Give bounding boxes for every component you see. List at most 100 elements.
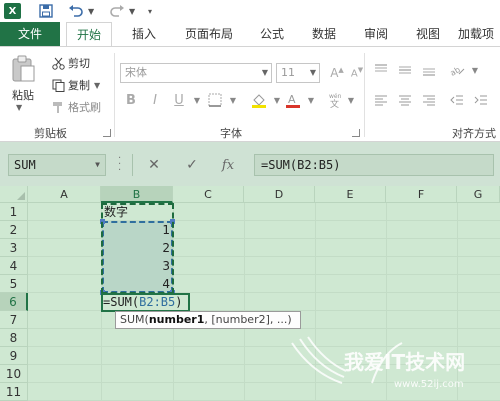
tooltip-function-name: SUM( <box>120 313 149 326</box>
paste-button[interactable]: 粘贴 <box>12 87 34 103</box>
column-header-f[interactable]: F <box>386 186 457 203</box>
grow-font-icon[interactable]: A▲ <box>328 64 346 82</box>
paste-icon[interactable] <box>10 55 38 83</box>
tab-formulas[interactable]: 公式 <box>252 22 292 46</box>
group-divider <box>114 53 115 137</box>
underline-dropdown-icon[interactable]: ▼ <box>188 91 206 109</box>
row-header-1[interactable]: 1 <box>0 203 28 221</box>
font-color-dropdown-icon[interactable]: ▼ <box>302 91 320 109</box>
font-size-dropdown-icon: ▼ <box>309 68 316 77</box>
font-size-select[interactable]: 11 ▼ <box>276 63 320 83</box>
row-header-4[interactable]: 4 <box>0 257 28 275</box>
paste-dropdown-icon[interactable]: ▼ <box>16 103 22 112</box>
undo-icon[interactable] <box>67 2 85 20</box>
enter-button[interactable]: ✓ <box>180 154 204 176</box>
format-painter-button[interactable]: 格式刷 <box>52 99 101 115</box>
cell-b6-formula[interactable]: =SUM(B2:B5) <box>103 293 203 311</box>
bold-button[interactable]: B <box>122 91 140 109</box>
tab-insert[interactable]: 插入 <box>124 22 164 46</box>
column-header-e[interactable]: E <box>315 186 386 203</box>
row-header-6[interactable]: 6 <box>0 293 28 311</box>
row-header-10[interactable]: 10 <box>0 365 28 383</box>
increase-indent-icon[interactable] <box>472 91 490 109</box>
insert-function-button[interactable]: fx <box>216 154 240 176</box>
align-bottom-icon[interactable] <box>420 61 438 79</box>
formula-suffix: ) <box>175 295 183 309</box>
cancel-button[interactable]: ✕ <box>142 154 166 176</box>
column-headers: A B C D E F G <box>28 186 500 203</box>
cell-b2[interactable]: 1 <box>102 221 174 239</box>
clipboard-group-label: 剪贴板 <box>34 127 67 140</box>
clipboard-launcher-icon[interactable] <box>103 129 111 137</box>
row-header-11[interactable]: 11 <box>0 383 28 401</box>
font-name-value: 宋体 <box>125 66 147 79</box>
cell-b3[interactable]: 2 <box>102 239 174 257</box>
row-header-7[interactable]: 7 <box>0 311 28 329</box>
formula-bar-grip-icon[interactable]: · · · <box>118 154 122 176</box>
name-box-value: SUM <box>14 158 36 172</box>
font-name-select[interactable]: 宋体 ▼ <box>120 63 272 83</box>
align-right-icon[interactable] <box>420 91 438 109</box>
border-dropdown-icon[interactable]: ▼ <box>224 91 242 109</box>
copy-label: 复制 <box>68 79 90 92</box>
formula-input[interactable]: =SUM(B2:B5) <box>254 154 494 176</box>
column-header-b[interactable]: B <box>101 186 173 203</box>
redo-dropdown-icon[interactable]: ▼ <box>129 2 135 20</box>
tab-data[interactable]: 数据 <box>304 22 344 46</box>
align-middle-icon[interactable] <box>396 61 414 79</box>
column-header-d[interactable]: D <box>244 186 315 203</box>
border-icon[interactable] <box>206 91 224 109</box>
font-size-value: 11 <box>281 66 295 79</box>
font-launcher-icon[interactable] <box>352 129 360 137</box>
svg-text:wén: wén <box>329 93 342 100</box>
redo-icon[interactable] <box>108 2 126 20</box>
phonetic-dropdown-icon[interactable]: ▼ <box>342 91 360 109</box>
column-header-c[interactable]: C <box>173 186 244 203</box>
cell-b1[interactable]: 数字 <box>104 203 174 221</box>
orientation-icon[interactable]: ab <box>448 61 466 79</box>
formula-bar: SUM ▼ · · · ✕ ✓ fx =SUM(B2:B5) <box>0 142 500 186</box>
name-box[interactable]: SUM ▼ <box>8 154 106 176</box>
align-center-icon[interactable] <box>396 91 414 109</box>
tab-page-layout[interactable]: 页面布局 <box>176 22 242 46</box>
copy-dropdown-icon[interactable]: ▼ <box>94 81 100 90</box>
cell-b5[interactable]: 4 <box>102 275 174 293</box>
align-left-icon[interactable] <box>372 91 390 109</box>
column-header-g[interactable]: G <box>457 186 500 203</box>
decrease-indent-icon[interactable] <box>448 91 466 109</box>
select-all-button[interactable] <box>0 186 28 203</box>
cut-label: 剪切 <box>68 57 90 70</box>
column-header-a[interactable]: A <box>28 186 101 203</box>
orientation-dropdown-icon[interactable]: ▼ <box>466 61 484 79</box>
formula-bar-divider <box>132 154 133 176</box>
excel-app-icon[interactable]: X <box>4 3 21 19</box>
cell-b4[interactable]: 3 <box>102 257 174 275</box>
font-group-label: 字体 <box>220 127 242 140</box>
function-tooltip[interactable]: SUM(number1, [number2], ...) <box>115 311 301 329</box>
tab-file[interactable]: 文件 <box>0 22 60 46</box>
row-header-9[interactable]: 9 <box>0 347 28 365</box>
row-header-5[interactable]: 5 <box>0 275 28 293</box>
save-icon[interactable] <box>38 2 54 20</box>
row-header-8[interactable]: 8 <box>0 329 28 347</box>
group-divider <box>364 53 365 137</box>
font-color-icon[interactable]: A <box>284 91 302 109</box>
ribbon-home: 粘贴 ▼ 剪切 复制 ▼ 格式刷 剪贴板 宋体 ▼ 11 ▼ A▲ A ▼ B I… <box>0 46 500 142</box>
copy-icon <box>52 79 65 92</box>
tab-review[interactable]: 审阅 <box>356 22 396 46</box>
copy-button[interactable]: 复制 ▼ <box>52 77 100 93</box>
align-top-icon[interactable] <box>372 61 390 79</box>
tab-view[interactable]: 视图 <box>408 22 448 46</box>
customize-qat-icon[interactable]: ▾ <box>148 2 152 20</box>
tab-add-ins[interactable]: 加载项 <box>458 22 500 46</box>
undo-dropdown-icon[interactable]: ▼ <box>88 2 94 20</box>
tab-home[interactable]: 开始 <box>66 22 112 47</box>
brush-icon <box>52 101 65 114</box>
worksheet-grid[interactable]: A B C D E F G 1 2 3 4 5 6 7 8 9 10 11 数字… <box>0 186 500 401</box>
row-header-3[interactable]: 3 <box>0 239 28 257</box>
fill-color-icon[interactable] <box>250 91 268 109</box>
italic-button[interactable]: I <box>146 91 164 109</box>
cut-button[interactable]: 剪切 <box>52 55 90 71</box>
row-header-2[interactable]: 2 <box>0 221 28 239</box>
underline-button[interactable]: U <box>170 91 188 109</box>
